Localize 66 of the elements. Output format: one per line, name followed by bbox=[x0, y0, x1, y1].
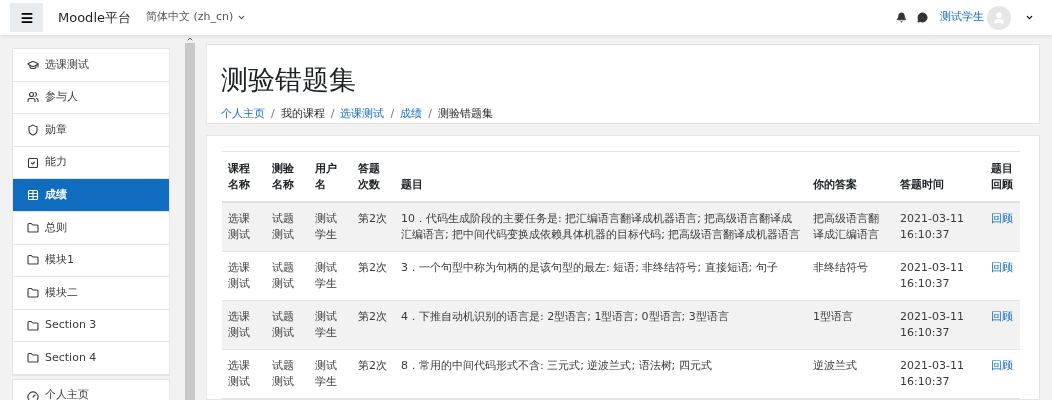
table-cell: 2021-03-11 16:10:37 bbox=[894, 251, 985, 301]
users-icon bbox=[27, 91, 39, 104]
folder-icon bbox=[27, 221, 39, 234]
page-title: 测验错题集 bbox=[221, 63, 357, 97]
table-cell: 2021-03-11 16:10:37 bbox=[894, 300, 985, 350]
checkbox-icon bbox=[27, 156, 39, 169]
table-icon bbox=[27, 189, 39, 202]
table-cell: 第2次 bbox=[352, 300, 395, 350]
graduation-cap-icon bbox=[27, 58, 39, 71]
breadcrumb-separator: / bbox=[271, 106, 275, 122]
table-cell: 试题测试 bbox=[266, 251, 309, 301]
table-cell: 试题测试 bbox=[266, 202, 309, 252]
table-cell: 第2次 bbox=[352, 202, 395, 252]
table-cell: 测试学生 bbox=[309, 251, 352, 301]
table-cell: 选课测试 bbox=[222, 349, 266, 399]
scrollbar[interactable] bbox=[185, 35, 195, 400]
table-cell: 试题测试 bbox=[266, 349, 309, 399]
table-cell: 2021-03-11 16:10:37 bbox=[894, 202, 985, 252]
table-cell: 1型语言 bbox=[807, 300, 894, 350]
breadcrumb-item: 测验错题集 bbox=[437, 106, 493, 122]
table-cell: 测试学生 bbox=[309, 202, 352, 252]
user-icon bbox=[992, 10, 1006, 25]
table-cell: 非终结符号 bbox=[807, 251, 894, 301]
table-cell: 测试学生 bbox=[309, 349, 352, 399]
table-cell: 3．一个句型中称为句柄的是该句型的最左: 短语; 非终结符号; 直接短语; 句子 bbox=[395, 251, 807, 301]
table-cell: 把高级语言翻译成汇编语言 bbox=[807, 202, 894, 252]
chat-icon[interactable] bbox=[917, 12, 928, 23]
table-cell: 选课测试 bbox=[222, 300, 266, 350]
folder-icon bbox=[27, 319, 39, 332]
folder-icon bbox=[27, 352, 39, 365]
caret-icon bbox=[237, 13, 247, 22]
menu-icon bbox=[19, 10, 34, 25]
table-cell: 10．代码生成阶段的主要任务是: 把汇编语言翻译成机器语言; 把高级语言翻译成汇编语言; 把中间代码变换成依赖具体机器的目标代码; 把高级语言翻译成机器语言 bbox=[395, 202, 807, 252]
review-link[interactable]: 回顾 bbox=[991, 261, 1013, 274]
folder-icon bbox=[27, 254, 39, 267]
sidebar-item[interactable]: 成绩 bbox=[13, 179, 169, 212]
table-cell: 4．下推自动机识别的语言是: 2型语言; 1型语言; 0型语言; 3型语言 bbox=[395, 300, 807, 350]
table-cell: 逆波兰式 bbox=[807, 349, 894, 399]
menu-button[interactable] bbox=[10, 3, 43, 32]
review-link[interactable]: 回顾 bbox=[991, 359, 1013, 372]
breadcrumb-link[interactable]: 个人主页 bbox=[221, 106, 265, 123]
breadcrumb-link[interactable]: 成绩 bbox=[400, 106, 423, 123]
breadcrumb-separator: / bbox=[390, 106, 395, 122]
bell-icon[interactable] bbox=[896, 12, 907, 23]
user-name[interactable]: 测试学生 bbox=[940, 9, 984, 26]
review-link[interactable]: 回顾 bbox=[991, 212, 1013, 225]
scroll-up-icon[interactable] bbox=[186, 35, 194, 43]
breadcrumb-link[interactable]: 选课测试 bbox=[340, 106, 385, 123]
site-name[interactable]: Moodle平台 bbox=[58, 7, 131, 28]
table-cell: 选课测试 bbox=[222, 251, 266, 301]
table-cell: 8．常用的中间代码形式不含: 三元式; 逆波兰式; 语法树; 四元式 bbox=[395, 349, 807, 399]
gauge-icon bbox=[27, 389, 39, 400]
caret-icon[interactable] bbox=[1025, 13, 1034, 22]
folder-icon bbox=[27, 286, 39, 299]
table-cell: 第2次 bbox=[352, 251, 395, 301]
shield-icon bbox=[27, 124, 39, 136]
table-cell: 选课测试 bbox=[222, 202, 266, 252]
language-menu[interactable]: 简体中文 (zh_cn) bbox=[146, 9, 247, 26]
table-cell: 第2次 bbox=[352, 349, 395, 399]
table-cell: 试题测试 bbox=[266, 300, 309, 350]
breadcrumb-separator: / bbox=[330, 106, 335, 122]
review-link[interactable]: 回顾 bbox=[991, 310, 1013, 323]
table-cell: 测试学生 bbox=[309, 300, 352, 350]
breadcrumb-item: 我的课程 bbox=[280, 106, 325, 122]
breadcrumb-separator: / bbox=[428, 106, 432, 122]
table-cell: 2021-03-11 16:10:37 bbox=[894, 349, 985, 399]
